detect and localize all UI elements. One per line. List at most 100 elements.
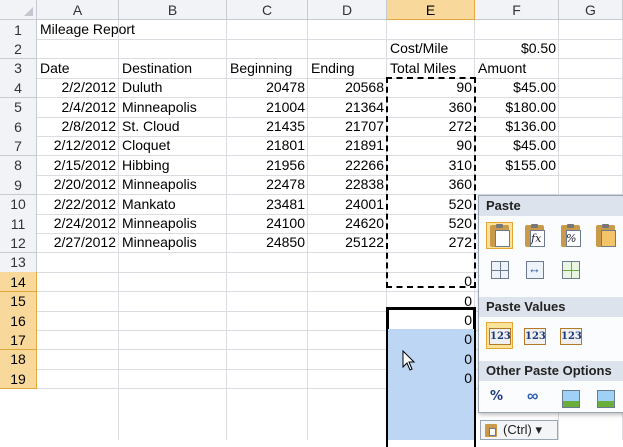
cell-a12[interactable]: 2/27/2012 (37, 233, 119, 252)
cell-c3[interactable]: Beginning (227, 59, 308, 78)
cell-d8[interactable]: 22266 (308, 156, 387, 175)
linked-picture-button[interactable] (592, 385, 619, 412)
cell-b3[interactable]: Destination (119, 59, 227, 78)
cell-d5[interactable]: 21364 (308, 98, 387, 117)
column-header-b[interactable]: B (119, 0, 227, 20)
column-header-c[interactable]: C (227, 0, 308, 20)
transpose-button[interactable] (557, 256, 584, 283)
row-header-9[interactable]: 9 (0, 175, 37, 196)
cell-a9[interactable]: 2/20/2012 (37, 175, 119, 194)
picture-button[interactable] (557, 385, 584, 412)
cell-f7[interactable]: $45.00 (475, 136, 559, 155)
row-header-3[interactable]: 3 (0, 58, 37, 79)
cell-d7[interactable]: 21891 (308, 136, 387, 155)
cell-b9[interactable]: Minneapolis (119, 175, 227, 194)
cell-d12[interactable]: 25122 (308, 233, 387, 252)
row-header-8[interactable]: 8 (0, 155, 37, 176)
cell-f2[interactable]: $0.50 (475, 39, 559, 58)
cell-f4[interactable]: $45.00 (475, 78, 559, 97)
row-header-11[interactable]: 11 (0, 214, 37, 234)
paste-formulas-button[interactable]: fx (521, 222, 548, 249)
cell-b4[interactable]: Duluth (119, 78, 227, 97)
cell-a11[interactable]: 2/24/2012 (37, 214, 119, 233)
spreadsheet-grid[interactable]: A B C D E F G 1 2 3 4 5 6 7 8 9 10 11 12 13 14 15 16 17 1… (0, 0, 623, 447)
cell-e11[interactable]: 520 (387, 214, 475, 233)
cell-f5[interactable]: $180.00 (475, 98, 559, 117)
cell-b8[interactable]: Hibbing (119, 156, 227, 175)
cell-e7[interactable]: 90 (387, 136, 475, 155)
cell-a4[interactable]: 2/2/2012 (37, 78, 119, 97)
row-header-4[interactable]: 4 (0, 78, 37, 99)
cell-b5[interactable]: Minneapolis (119, 98, 227, 117)
cell-d11[interactable]: 24620 (308, 214, 387, 233)
cell-e4[interactable]: 90 (387, 78, 475, 97)
column-header-e[interactable]: E (387, 0, 475, 20)
cell-c9[interactable]: 22478 (227, 175, 308, 194)
cell-e12[interactable]: 272 (387, 233, 475, 252)
cell-d4[interactable]: 20568 (308, 78, 387, 97)
row-header-13[interactable]: 13 (0, 252, 37, 273)
cell-e2[interactable]: Cost/Mile (387, 39, 475, 58)
cell-c7[interactable]: 21801 (227, 136, 308, 155)
row-header-5[interactable]: 5 (0, 97, 37, 118)
column-header-f[interactable]: F (475, 0, 559, 20)
values-number-format-button[interactable]: 123 (521, 322, 548, 349)
cell-b6[interactable]: St. Cloud (119, 117, 227, 136)
cell-f6[interactable]: $136.00 (475, 117, 559, 136)
cell-d3[interactable]: Ending (308, 59, 387, 78)
column-header-d[interactable]: D (308, 0, 387, 20)
row-header-2[interactable]: 2 (0, 39, 37, 60)
select-all-corner[interactable] (0, 0, 37, 20)
cell-e9[interactable]: 360 (387, 175, 475, 194)
paste-button[interactable] (486, 222, 513, 249)
cell-e15[interactable]: 0 (387, 292, 475, 311)
row-header-17[interactable]: 17 (0, 330, 37, 351)
cell-a8[interactable]: 2/15/2012 (37, 156, 119, 175)
cell-e18[interactable]: 0 (387, 350, 475, 369)
row-header-18[interactable]: 18 (0, 349, 37, 370)
cell-c12[interactable]: 24850 (227, 233, 308, 252)
cell-d10[interactable]: 24001 (308, 195, 387, 214)
cell-b11[interactable]: Minneapolis (119, 214, 227, 233)
cell-a6[interactable]: 2/8/2012 (37, 117, 119, 136)
cell-f8[interactable]: $155.00 (475, 156, 559, 175)
row-header-1[interactable]: 1 (0, 20, 37, 40)
cell-a1[interactable]: Mileage Report (37, 20, 135, 39)
row-header-16[interactable]: 16 (0, 311, 37, 331)
cell-a5[interactable]: 2/4/2012 (37, 98, 119, 117)
paste-link-button[interactable] (521, 385, 548, 412)
cell-d9[interactable]: 22838 (308, 175, 387, 194)
cell-c4[interactable]: 20478 (227, 78, 308, 97)
cell-e8[interactable]: 310 (387, 156, 475, 175)
column-header-a[interactable]: A (37, 0, 119, 20)
row-header-6[interactable]: 6 (0, 117, 37, 137)
cell-a7[interactable]: 2/12/2012 (37, 136, 119, 155)
cell-e14[interactable]: 0 (387, 272, 475, 291)
keep-source-formatting-button[interactable] (592, 222, 619, 249)
cell-f3[interactable]: Amuont (475, 59, 559, 78)
cell-c8[interactable]: 21956 (227, 156, 308, 175)
row-header-14[interactable]: 14 (0, 272, 37, 293)
cell-d6[interactable]: 21707 (308, 117, 387, 136)
cell-e10[interactable]: 520 (387, 195, 475, 214)
paste-options-ctrl-button[interactable]: (Ctrl) ▾ (480, 420, 558, 440)
cell-e16[interactable]: 0 (387, 311, 475, 330)
cell-c6[interactable]: 21435 (227, 117, 308, 136)
cell-a3[interactable]: Date (37, 59, 119, 78)
paste-formulas-number-format-button[interactable]: % (557, 222, 584, 249)
cell-c10[interactable]: 23481 (227, 195, 308, 214)
cell-c5[interactable]: 21004 (227, 98, 308, 117)
column-header-g[interactable]: G (559, 0, 623, 20)
cell-e17[interactable]: 0 (387, 330, 475, 349)
keep-column-widths-button[interactable] (521, 256, 548, 283)
formatting-button[interactable]: % (486, 385, 513, 412)
cell-b12[interactable]: Minneapolis (119, 233, 227, 252)
cell-e3[interactable]: Total Miles (387, 59, 475, 78)
row-header-12[interactable]: 12 (0, 233, 37, 254)
row-header-10[interactable]: 10 (0, 194, 37, 215)
cell-e19[interactable]: 0 (387, 369, 475, 388)
row-header-15[interactable]: 15 (0, 291, 37, 312)
values-source-formatting-button[interactable]: 123 (557, 322, 584, 349)
row-header-19[interactable]: 19 (0, 369, 37, 390)
cell-b7[interactable]: Cloquet (119, 136, 227, 155)
